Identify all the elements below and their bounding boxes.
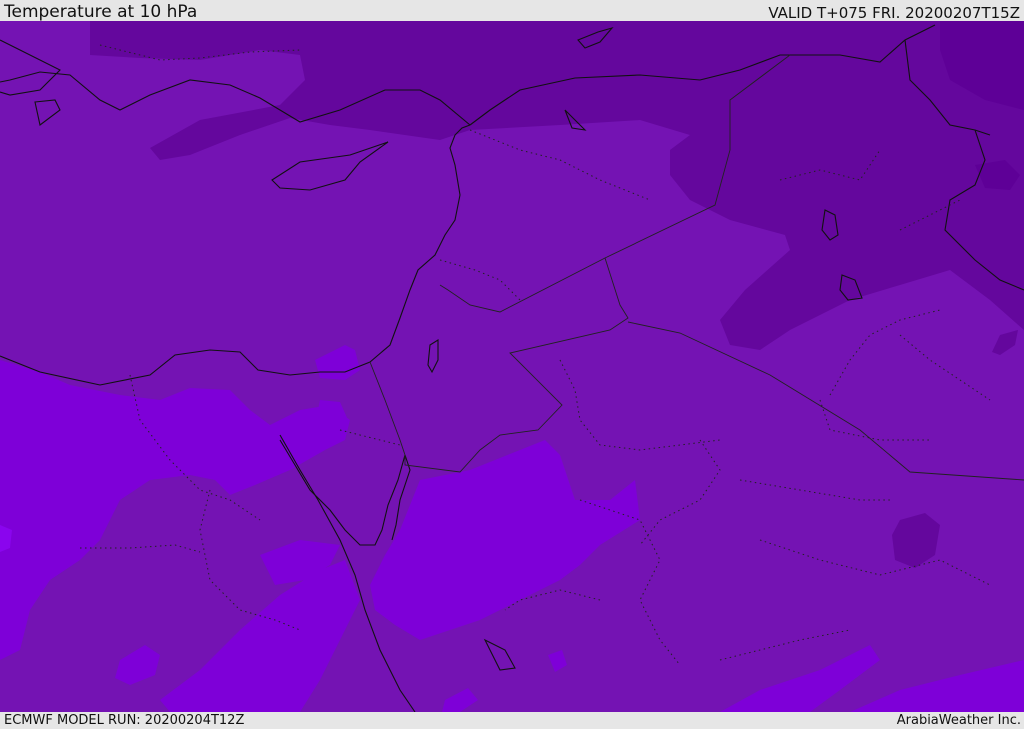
brand-label: ArabiaWeather Inc. xyxy=(896,713,1021,728)
map-title: Temperature at 10 hPa xyxy=(4,2,198,22)
weather-map xyxy=(0,21,1024,712)
map-canvas xyxy=(0,21,1024,712)
header-bar: Temperature at 10 hPa VALID T+075 FRI. 2… xyxy=(0,0,1024,21)
model-run-label: ECMWF MODEL RUN: 20200204T12Z xyxy=(4,713,245,728)
footer-bar: ECMWF MODEL RUN: 20200204T12Z ArabiaWeat… xyxy=(0,712,1024,729)
valid-time-label: VALID T+075 FRI. 20200207T15Z xyxy=(768,4,1020,22)
